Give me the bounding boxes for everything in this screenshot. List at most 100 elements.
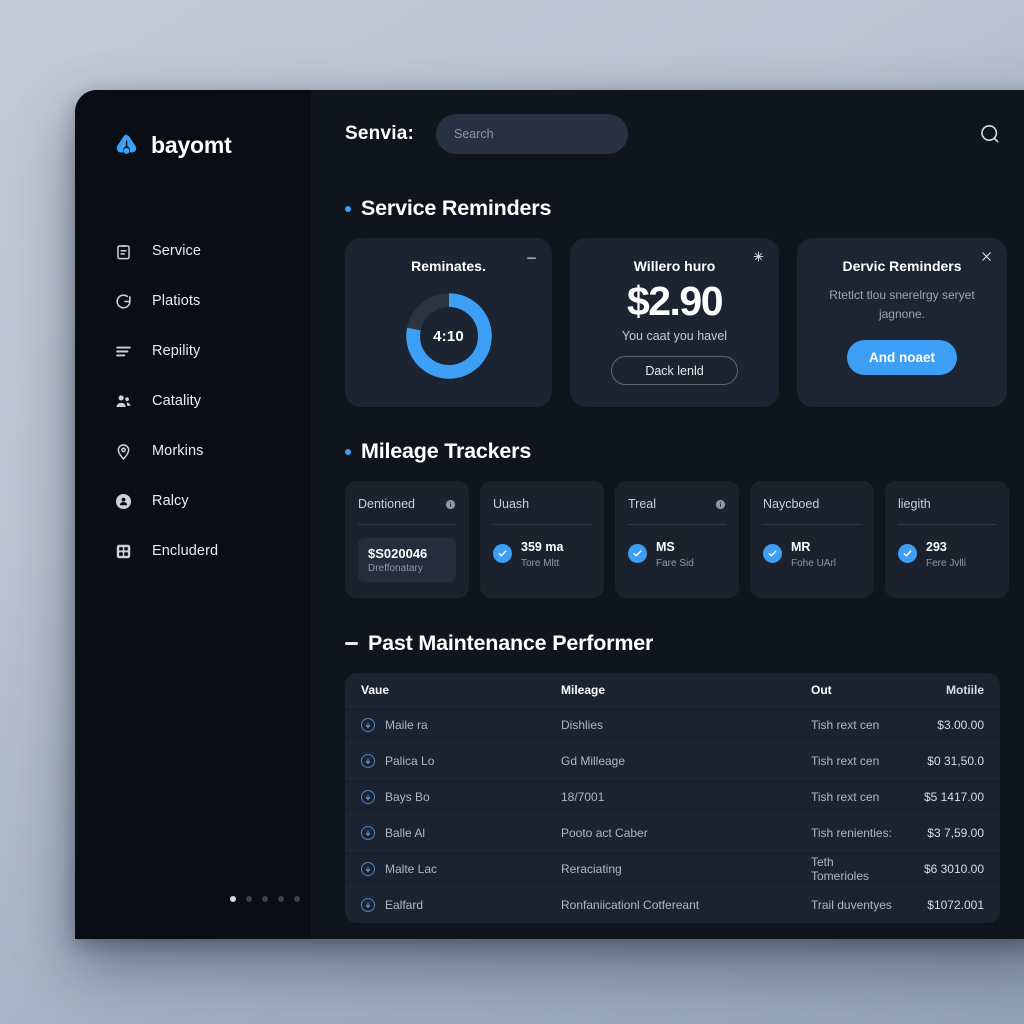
user-circle-filled-icon [113, 491, 134, 512]
table-row[interactable]: Malte Lac Reraciating Teth Tomerioles $6… [345, 851, 1000, 888]
mileage-card[interactable]: liegith 293 Fere Jvlli [885, 481, 1009, 599]
sidebar-item-label: Service [152, 243, 202, 259]
reminder-timer-card[interactable]: Reminates. 4:10 [345, 238, 552, 408]
mileage-card[interactable]: Uuash 359 ma Tore Mltt [480, 481, 604, 599]
section-header-maintenance: Past Maintenance Performer [345, 631, 1024, 656]
info-icon[interactable] [445, 499, 456, 510]
sidebar-item-repility[interactable]: Repility [75, 326, 311, 376]
donut-chart: 4:10 [361, 290, 536, 382]
row-amount: $0 31,50.0 [927, 753, 984, 768]
row-name: Bays Bo [385, 789, 430, 804]
mileage-card[interactable]: Treal MS Fare Sid [615, 481, 739, 599]
divider [358, 524, 456, 526]
row-amount: $5 1417.00 [923, 789, 984, 804]
row-mileage: Reraciating [561, 861, 622, 876]
mileage-value: MR [791, 540, 811, 555]
sidebar-item-morkins[interactable]: Morkins [75, 426, 311, 476]
check-icon [898, 544, 917, 564]
info-icon[interactable] [715, 499, 726, 510]
reminder-dialog-card[interactable]: Dervic Reminders Rtetlct tlou snerelrgy … [797, 238, 1007, 408]
circle-arrow-icon [361, 753, 375, 768]
sidebar-item-platiots[interactable]: Platiots [75, 276, 311, 326]
price-action-button[interactable]: Dack lenld [611, 356, 738, 386]
mileage-value: 359 ma [521, 540, 564, 555]
row-name: Balle Al [385, 825, 426, 840]
row-out: Tish rext cen [811, 789, 880, 804]
row-out: Tish renienties: [811, 825, 892, 840]
table-row[interactable]: Ealfard Ronfaniicationl Cotfereant Trail… [345, 887, 1000, 923]
brand-logo[interactable]: bayomt [75, 122, 311, 168]
pager-dot[interactable] [294, 896, 300, 902]
card-title: Reminates. [411, 258, 486, 274]
circle-arrow-icon [361, 898, 375, 913]
row-mileage: Pooto act Caber [561, 825, 648, 840]
mileage-card[interactable]: Dentioned $S020046 Dreffonatary [345, 481, 469, 599]
mileage-value: MS [656, 540, 675, 555]
column-header-amount: Motiile [946, 682, 984, 697]
column-header-mileage: Mileage [561, 682, 606, 697]
sidebar-item-label: Ralcy [152, 493, 189, 509]
mileage-value: 293 [926, 540, 947, 555]
row-amount: $6 3010.00 [923, 861, 984, 876]
row-name: Palica Lo [385, 753, 435, 768]
sidebar-pager[interactable] [230, 896, 300, 902]
mileage-card[interactable]: Naycboed MR Fohe UArl [750, 481, 874, 599]
mileage-subtext: Fere Jvlli [926, 558, 967, 570]
sidebar-item-label: Repility [152, 343, 201, 359]
search-icon[interactable] [978, 122, 1002, 146]
sidebar-item-ralcy[interactable]: Ralcy [75, 476, 311, 526]
close-icon[interactable] [979, 249, 994, 264]
mileage-card-title: Uuash [493, 497, 530, 512]
mileage-subtext: Fare Sid [656, 558, 694, 570]
column-header-value: Vaue [361, 682, 390, 697]
search-input[interactable] [454, 127, 610, 141]
mileage-value: $S020046 [368, 546, 428, 562]
pager-dot[interactable] [278, 896, 284, 902]
sidebar: bayomt Service Platiots Repility Catalit… [75, 90, 317, 939]
pager-dot[interactable] [262, 896, 268, 902]
sparkle-icon[interactable] [752, 250, 765, 263]
pager-dot[interactable] [230, 896, 236, 902]
search-field[interactable] [436, 114, 628, 154]
topbar-actions [978, 122, 1024, 146]
row-mileage: 18/7001 [561, 789, 605, 804]
row-mileage: Gd Milleage [561, 753, 626, 768]
brand-name: bayomt [151, 131, 232, 158]
maintenance-table: Vaue Mileage Out Motiile Maile ra Dishli… [345, 673, 1000, 924]
table-row[interactable]: Bays Bo 18/7001 Tish rext cen $5 1417.00 [345, 779, 1000, 816]
dash-icon [345, 642, 358, 645]
bullet-icon [345, 205, 351, 212]
sidebar-item-encluderd[interactable]: Encluderd [75, 526, 311, 576]
row-out: Trail duventyes [811, 898, 892, 913]
table-row[interactable]: Maile ra Dishlies Tish rext cen $3.00.00 [345, 707, 1000, 744]
divider [763, 524, 861, 526]
section-title: Mileage Trackers [361, 439, 532, 464]
topbar: Senvia: [345, 90, 1024, 178]
sidebar-item-service[interactable]: Service [75, 226, 311, 276]
donut-value: 4:10 [433, 327, 464, 345]
row-name: Ealfard [385, 898, 424, 913]
reminder-price-card[interactable]: Willero huro $2.90 You caat you havel Da… [570, 238, 779, 408]
pager-dot[interactable] [246, 896, 252, 902]
dialog-primary-button[interactable]: And noaet [847, 340, 957, 376]
mileage-value-chip: $S020046 Dreffonatary [358, 538, 456, 583]
divider [493, 524, 591, 526]
row-amount: $3 7,59.00 [927, 825, 984, 840]
table-row[interactable]: Balle Al Pooto act Caber Tish renienties… [345, 815, 1000, 852]
table-row[interactable]: Palica Lo Gd Milleage Tish rext cen $0 3… [345, 743, 1000, 780]
row-amount: $3.00.00 [937, 717, 984, 732]
list-lines-icon [113, 341, 134, 362]
page-title: Senvia: [345, 123, 414, 144]
mileage-card-title: Naycboed [763, 497, 820, 512]
section-header-reminders: Service Reminders [345, 196, 1024, 221]
sidebar-item-label: Encluderd [152, 543, 219, 559]
minimize-icon[interactable] [525, 250, 538, 263]
map-pin-icon [113, 441, 134, 462]
row-name: Maile ra [385, 717, 428, 732]
bullet-icon [345, 448, 351, 455]
sidebar-item-label: Catality [152, 393, 202, 409]
circle-arrow-icon [361, 825, 375, 840]
clipboard-icon [113, 241, 134, 262]
sidebar-item-catality[interactable]: Catality [75, 376, 311, 426]
row-out: Teth Tomerioles [811, 854, 870, 883]
